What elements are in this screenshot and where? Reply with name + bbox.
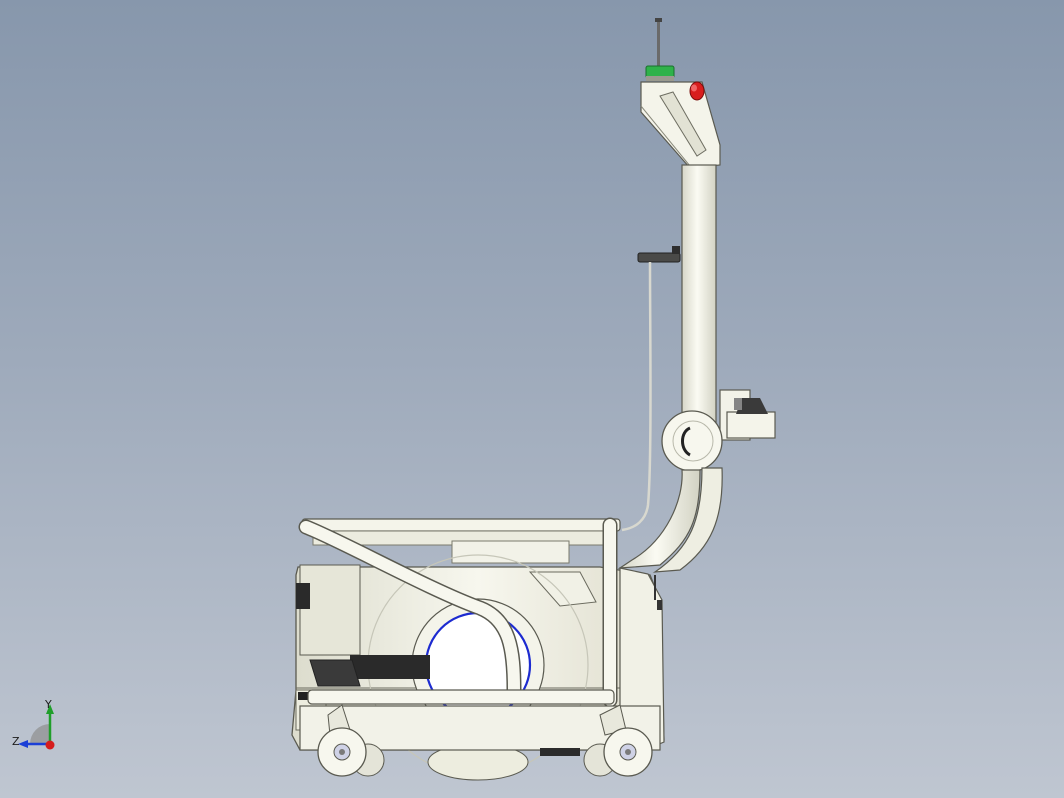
vertical-pole bbox=[681, 164, 717, 424]
elbow-joint bbox=[661, 410, 723, 472]
triad-quadrant-icon bbox=[30, 724, 50, 744]
robot-cart-model[interactable] bbox=[0, 0, 1064, 798]
emergency-stop-button bbox=[689, 81, 705, 101]
status-light-green bbox=[645, 65, 675, 81]
cable bbox=[621, 261, 652, 532]
graphics-viewport[interactable]: Y Z bbox=[0, 0, 1064, 798]
y-axis-label: Y bbox=[45, 698, 52, 711]
x-axis-dot bbox=[45, 740, 55, 750]
head-panel bbox=[640, 81, 721, 169]
lidar-mount bbox=[719, 389, 776, 441]
cable-clip bbox=[637, 246, 681, 263]
z-axis-label: Z bbox=[12, 735, 20, 748]
coordinate-triad: Y Z bbox=[8, 698, 68, 760]
antenna bbox=[655, 18, 662, 68]
support-arm bbox=[617, 467, 723, 573]
